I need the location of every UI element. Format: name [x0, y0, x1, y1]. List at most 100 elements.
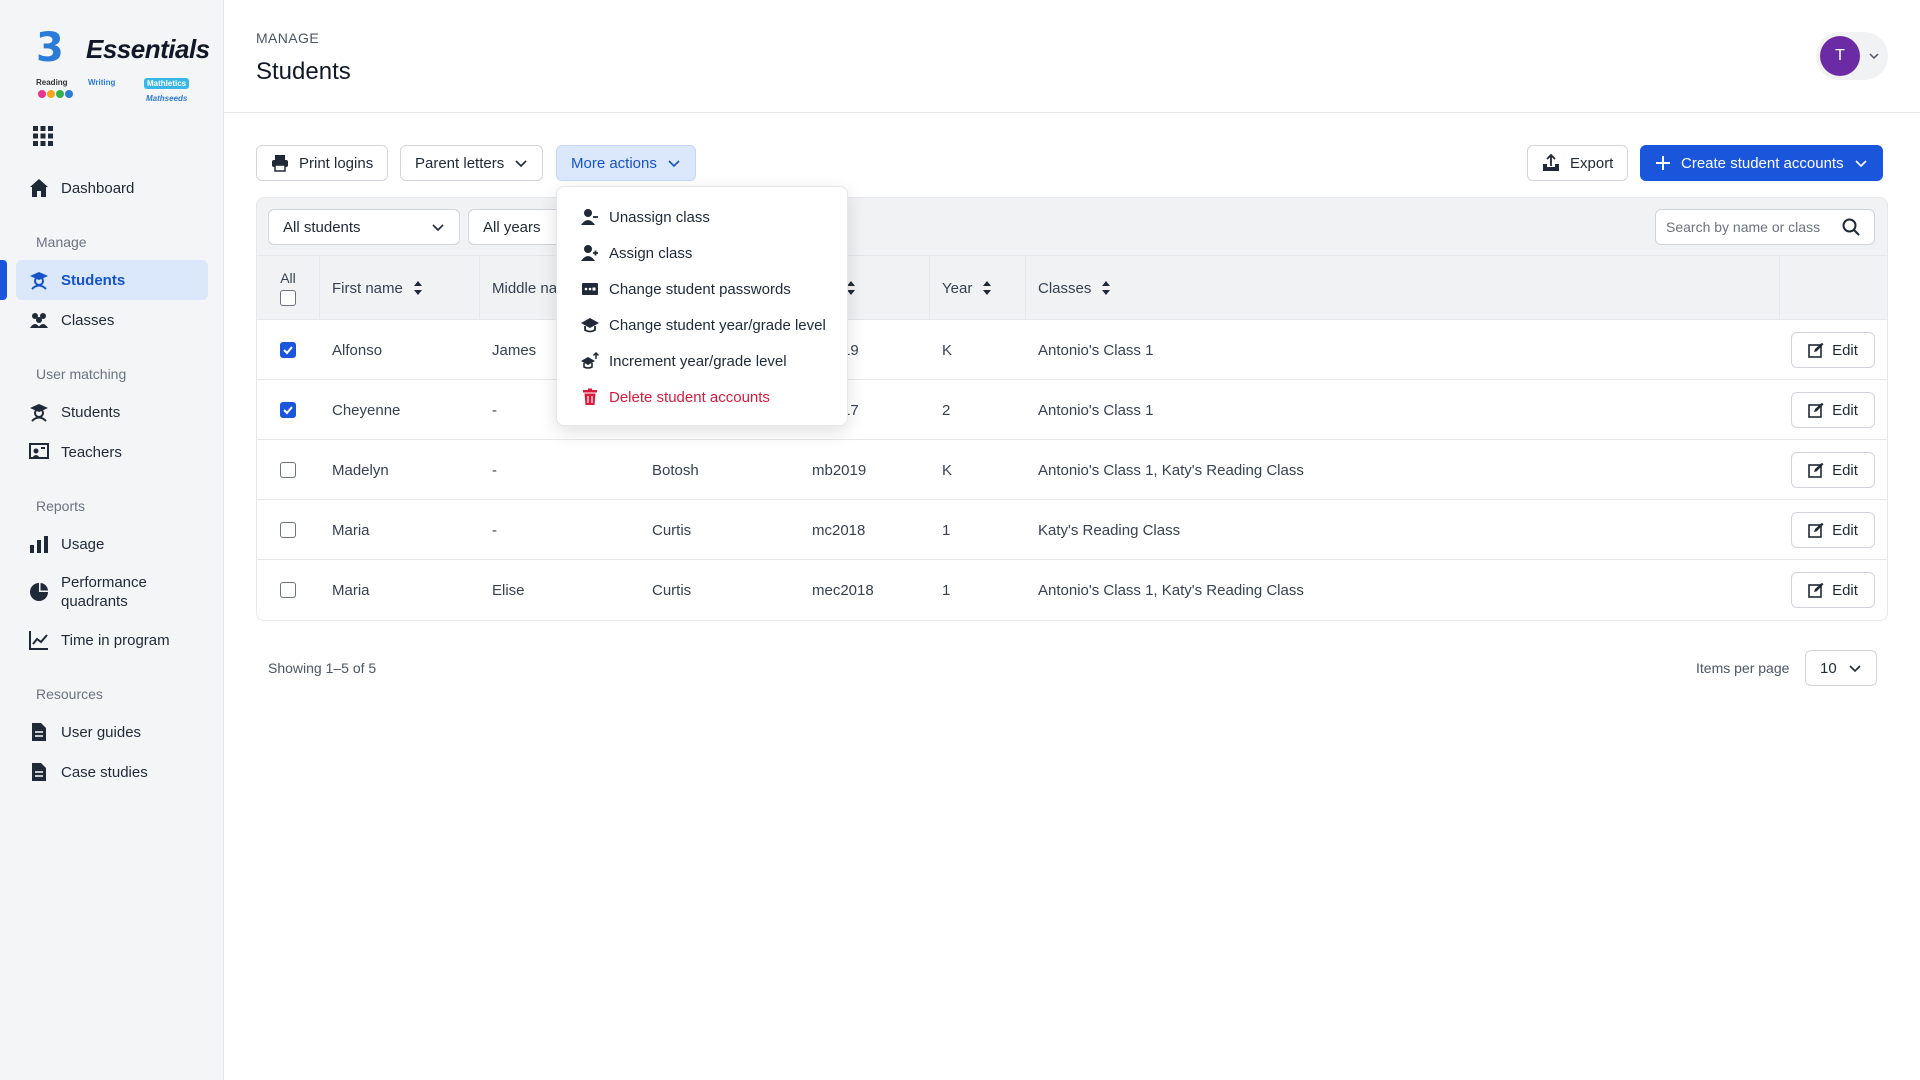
edit-button[interactable]: Edit [1791, 332, 1875, 368]
row-checkbox[interactable] [280, 402, 296, 418]
parent-letters-button[interactable]: Parent letters [400, 145, 544, 181]
column-label: First name [332, 279, 403, 297]
pie-chart-icon [29, 582, 49, 602]
items-per-page-select[interactable]: 10 [1805, 650, 1877, 686]
logo-mark: 3 [36, 24, 84, 72]
sidebar-item-label: Time in program [61, 631, 170, 649]
students-filter-value: All students [283, 218, 361, 236]
active-indicator [0, 260, 7, 300]
menu-item-label: Change student passwords [609, 280, 791, 298]
sidebar-item-case-studies[interactable]: Case studies [16, 752, 208, 792]
brand-word: Essentials [86, 34, 210, 64]
page-header: MANAGE Students T [224, 0, 1920, 113]
sidebar-item-time-in-program[interactable]: Time in program [16, 620, 208, 660]
pagination-summary: Showing 1–5 of 5 [268, 660, 377, 676]
section-user-matching: User matching [36, 366, 127, 382]
plus-icon [1655, 155, 1671, 171]
sidebar-item-user-guides[interactable]: User guides [16, 712, 208, 752]
year-cell: 1 [942, 581, 951, 599]
column-header-classes[interactable]: Classes [1025, 256, 1779, 320]
row-checkbox[interactable] [280, 582, 296, 598]
print-logins-button[interactable]: Print logins [256, 145, 389, 181]
document-icon [29, 722, 49, 742]
menu-item-change-year-grade[interactable]: Change student year/grade level [557, 307, 847, 343]
sidebar-item-label: User guides [61, 723, 142, 741]
first-name-cell: Alfonso [332, 341, 383, 359]
items-per-page-label: Items per page [1696, 660, 1790, 676]
edit-button[interactable]: Edit [1791, 452, 1875, 488]
sidebar-item-students[interactable]: Students [16, 260, 208, 300]
first-name-cell: Cheyenne [332, 401, 401, 419]
edit-button[interactable]: Edit [1791, 512, 1875, 548]
search-input[interactable] [1666, 219, 1836, 235]
sidebar-item-performance-quadrants[interactable]: Performance quadrants [16, 570, 208, 614]
years-filter-value: All years [483, 218, 541, 236]
apps-grid-icon[interactable] [33, 126, 53, 146]
years-filter-select[interactable]: All years [468, 209, 568, 245]
product-mathseeds: Mathseeds [146, 94, 188, 103]
chevron-down-icon [1868, 50, 1880, 62]
edit-icon [1808, 402, 1824, 418]
select-all-checkbox[interactable] [280, 290, 296, 306]
sidebar-item-dashboard[interactable]: Dashboard [16, 168, 208, 208]
menu-item-assign-class[interactable]: Assign class [557, 235, 847, 271]
sidebar-item-label: Students [61, 403, 121, 421]
sidebar-item-classes[interactable]: Classes [16, 300, 208, 340]
search-icon[interactable] [1842, 218, 1860, 236]
menu-item-label: Delete student accounts [609, 388, 770, 406]
sidebar: 3 Essentials Reading Writing Mathletics … [0, 0, 224, 1080]
breadcrumb: MANAGE [256, 30, 320, 46]
product-writing: Writing [88, 78, 116, 87]
students-filter-select[interactable]: All students [268, 209, 460, 245]
column-label: Classes [1038, 279, 1092, 297]
user-menu-button[interactable]: T [1816, 32, 1888, 80]
sidebar-item-label: Performance quadrants [61, 574, 147, 610]
edit-button[interactable]: Edit [1791, 572, 1875, 608]
product-reading: Reading [36, 78, 68, 87]
brand-logo[interactable]: 3 Essentials Reading Writing Mathletics … [36, 24, 210, 108]
sort-icon [982, 280, 992, 296]
middle-name-cell: Elise [492, 581, 525, 599]
edit-label: Edit [1832, 581, 1858, 599]
row-checkbox[interactable] [280, 522, 296, 538]
menu-item-label: Assign class [609, 244, 693, 262]
create-student-accounts-button[interactable]: Create student accounts [1640, 145, 1883, 181]
year-cell: K [942, 341, 953, 359]
chevron-down-icon [1854, 156, 1868, 170]
menu-item-delete-student-accounts[interactable]: Delete student accounts [557, 379, 847, 415]
chevron-down-icon [514, 156, 528, 170]
document-icon [29, 762, 49, 782]
printer-icon [271, 154, 289, 172]
username-cell: mec2018 [812, 581, 874, 599]
avatar: T [1820, 36, 1860, 76]
edit-button[interactable]: Edit [1791, 392, 1875, 428]
column-header-actions [1779, 256, 1887, 320]
filter-bar: All students All years [257, 198, 1887, 256]
sidebar-item-usage[interactable]: Usage [16, 524, 208, 564]
chevron-down-icon [431, 220, 445, 234]
sidebar-item-label: Students [61, 271, 126, 289]
sidebar-item-match-teachers[interactable]: Teachers [16, 432, 208, 472]
edit-icon [1808, 342, 1824, 358]
menu-item-change-passwords[interactable]: Change student passwords [557, 271, 847, 307]
row-checkbox[interactable] [280, 342, 296, 358]
print-logins-label: Print logins [299, 154, 374, 172]
sidebar-item-match-students[interactable]: Students [16, 392, 208, 432]
column-header-year[interactable]: Year [929, 256, 1025, 320]
edit-icon [1808, 462, 1824, 478]
column-header-first-name[interactable]: First name [319, 256, 479, 320]
student-icon [29, 270, 49, 290]
page-title: Students [256, 58, 351, 85]
row-checkbox[interactable] [280, 462, 296, 478]
menu-item-unassign-class[interactable]: Unassign class [557, 199, 847, 235]
export-button[interactable]: Export [1527, 145, 1629, 181]
last-name-cell: Curtis [652, 521, 692, 539]
middle-name-cell: James [492, 341, 537, 359]
menu-item-increment-year-grade[interactable]: Increment year/grade level [557, 343, 847, 379]
table-row: Madelyn - Botosh mb2019 K Antonio's Clas… [257, 440, 1887, 500]
middle-name-cell: - [492, 521, 497, 539]
sort-icon [413, 280, 423, 296]
more-actions-button[interactable]: More actions [556, 145, 696, 181]
section-resources: Resources [36, 686, 103, 702]
menu-item-label: Change student year/grade level [609, 316, 826, 334]
